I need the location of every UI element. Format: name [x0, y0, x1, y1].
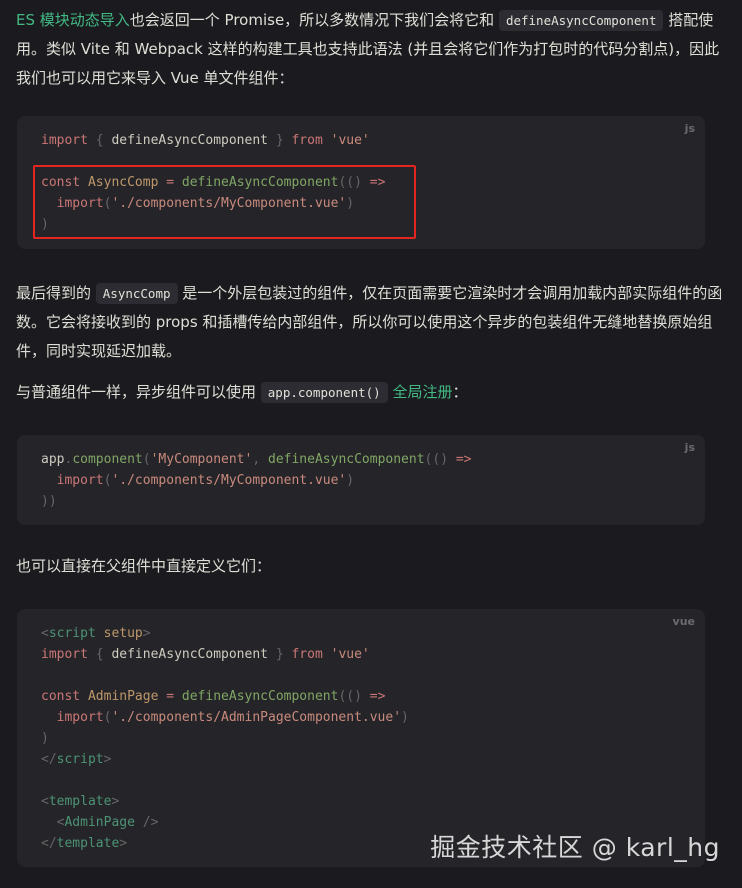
code-line: <template> — [41, 794, 120, 809]
code-line: app.component('MyComponent', defineAsync… — [41, 452, 472, 467]
code-lang-label: vue — [672, 615, 695, 628]
code-line: import('./components/AdminPageComponent.… — [56, 710, 409, 725]
intro-text-1: 也会返回一个 Promise，所以多数情况下我们会将它和 — [129, 11, 499, 29]
code-line: const AdminPage = defineAsyncComponent((… — [41, 689, 386, 704]
p2-text-1: 最后得到的 — [16, 284, 96, 302]
code-line: </script> — [41, 752, 112, 767]
code-lang-label: js — [684, 122, 695, 135]
code-line: </template> — [41, 836, 128, 851]
p3-text-1: 与普通组件一样，异步组件可以使用 — [16, 383, 261, 401]
global-register-paragraph: 与普通组件一样，异步组件可以使用 app.component() 全局注册： — [16, 378, 724, 407]
inline-code-asynccomp: AsyncComp — [95, 283, 178, 304]
code-line: )) — [41, 494, 57, 509]
code-line: import('./components/MyComponent.vue') — [56, 473, 355, 488]
p4-text-1: 也可以直接在父组件中直接定义它们： — [16, 557, 272, 575]
es-dynamic-import-link[interactable]: ES 模块动态导入 — [16, 11, 130, 29]
highlight-box — [33, 165, 416, 239]
code-line: <script setup> — [41, 626, 151, 641]
intro-paragraph: ES 模块动态导入也会返回一个 Promise，所以多数情况下我们会将它和 de… — [16, 6, 724, 93]
watermark: 掘金技术社区 @ karl_hg — [430, 833, 720, 862]
code-line: ) — [41, 731, 49, 746]
async-comp-paragraph: 最后得到的 AsyncComp 是一个外层包装过的组件，仅在页面需要它渲染时才会… — [16, 279, 724, 366]
inline-code-app-component: app.component() — [260, 382, 388, 403]
parent-define-paragraph: 也可以直接在父组件中直接定义它们： — [16, 552, 724, 581]
code-block-app-component: js app.component('MyComponent', defineAs… — [17, 435, 705, 525]
code-line: import { defineAsyncComponent } from 'vu… — [41, 647, 370, 662]
code-line: import { defineAsyncComponent } from 'vu… — [41, 133, 370, 148]
code-line: <AdminPage /> — [56, 815, 159, 830]
p3-text-2: ： — [452, 383, 468, 401]
inline-code-defineasynccomponent: defineAsyncComponent — [498, 10, 664, 31]
code-content: app.component('MyComponent', defineAsync… — [41, 449, 472, 512]
code-lang-label: js — [684, 441, 695, 454]
global-registration-link[interactable]: 全局注册 — [392, 383, 452, 401]
code-content: <script setup> import { defineAsyncCompon… — [41, 623, 409, 854]
